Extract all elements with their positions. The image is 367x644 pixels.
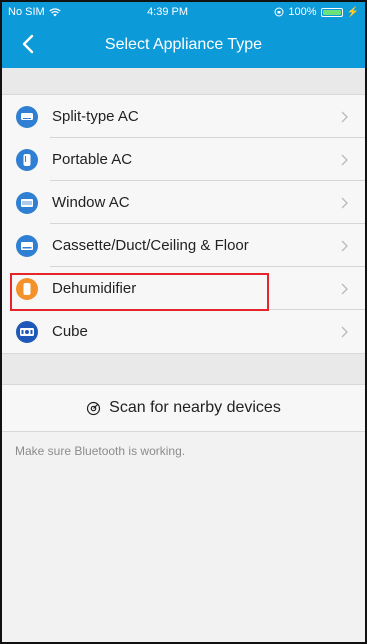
wifi-icon — [49, 8, 61, 17]
chevron-left-icon — [22, 34, 34, 54]
scan-label: Scan for nearby devices — [109, 399, 281, 416]
appliance-label: Dehumidifier — [52, 280, 137, 297]
battery-icon — [320, 7, 343, 17]
appliance-label: Cassette/Duct/Ceiling & Floor — [52, 237, 249, 254]
page-title: Select Appliance Type — [104, 36, 263, 53]
section-spacer — [2, 68, 365, 95]
bluetooth-hint: Make sure Bluetooth is working. — [15, 444, 186, 458]
cube-icon — [16, 320, 38, 343]
back-button[interactable] — [14, 30, 42, 58]
chevron-right-icon — [335, 283, 353, 295]
scan-icon — [87, 401, 101, 415]
scan-devices-button[interactable]: Scan for nearby devices — [2, 385, 365, 432]
chevron-right-icon — [335, 240, 353, 252]
cassette-icon — [16, 234, 38, 257]
chevron-right-icon — [335, 326, 353, 338]
appliance-label: Split-type AC — [52, 108, 139, 125]
battery-percent: 100% — [288, 6, 317, 18]
appliance-item-cube[interactable]: Cube — [2, 310, 365, 353]
nav-bar: Select Appliance Type — [2, 22, 365, 68]
carrier-text: No SIM — [8, 6, 45, 18]
dehumidifier-icon — [16, 277, 38, 300]
window-ac-icon — [16, 191, 38, 214]
appliance-item-split-ac[interactable]: Split-type AC — [2, 95, 365, 138]
app-screen: No SIM 4:39 PM 100% ⚡ Select Appliance T… — [0, 0, 367, 644]
appliance-item-cassette[interactable]: Cassette/Duct/Ceiling & Floor — [2, 224, 365, 267]
charging-icon: ⚡ — [346, 6, 359, 18]
clock-text: 4:39 PM — [147, 6, 189, 18]
appliance-label: Cube — [52, 323, 88, 340]
appliance-item-window-ac[interactable]: Window AC — [2, 181, 365, 224]
orientation-lock-icon — [274, 7, 284, 17]
status-bar: No SIM 4:39 PM 100% ⚡ — [2, 2, 365, 22]
appliance-list: Split-type AC Portable AC Window AC Cass… — [2, 95, 365, 353]
section-spacer — [2, 353, 365, 385]
appliance-item-portable-ac[interactable]: Portable AC — [2, 138, 365, 181]
split-ac-icon — [16, 105, 38, 128]
appliance-label: Portable AC — [52, 151, 133, 168]
appliance-item-dehumidifier[interactable]: Dehumidifier — [2, 267, 365, 310]
appliance-label: Window AC — [52, 194, 130, 211]
chevron-right-icon — [335, 111, 353, 123]
chevron-right-icon — [335, 197, 353, 209]
header: No SIM 4:39 PM 100% ⚡ Select Appliance T… — [2, 2, 365, 68]
portable-ac-icon — [16, 148, 38, 171]
chevron-right-icon — [335, 154, 353, 166]
